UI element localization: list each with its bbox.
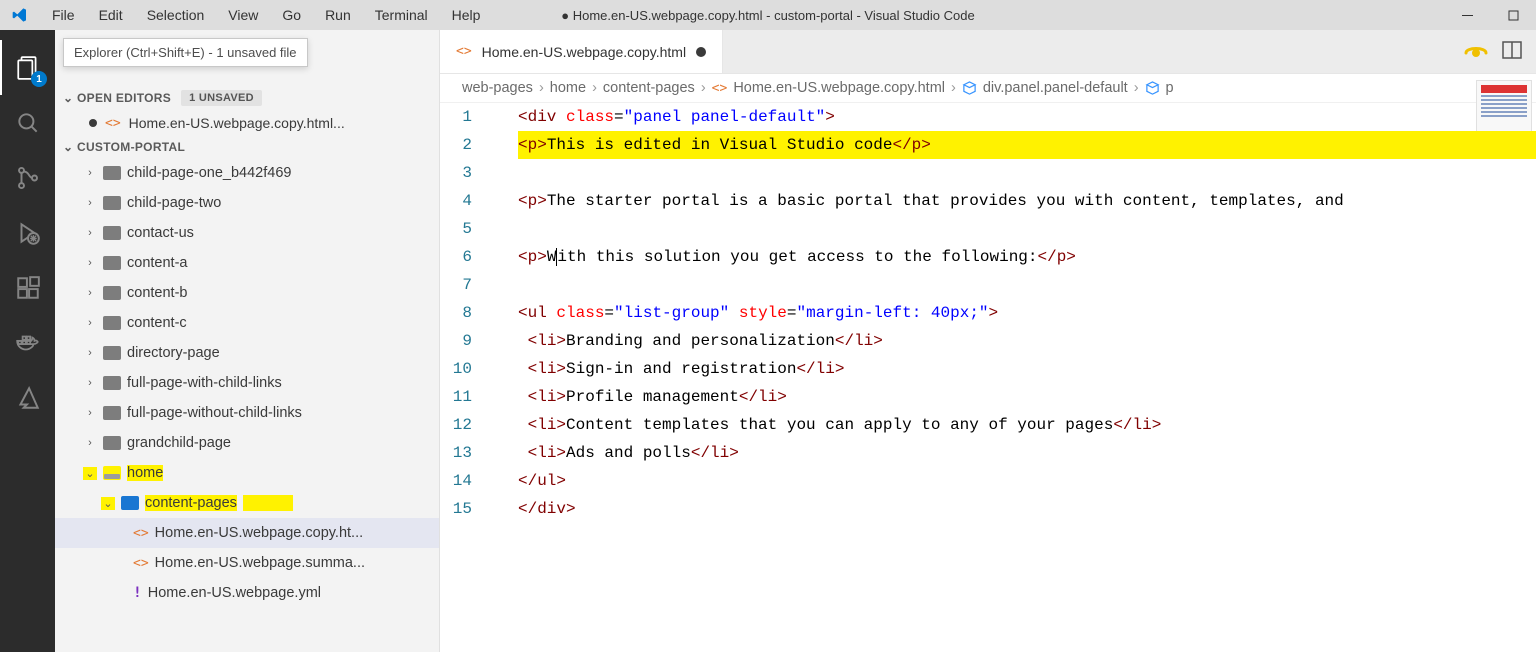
dirty-dot-icon — [696, 47, 706, 57]
folder-icon — [103, 466, 121, 480]
menu-edit[interactable]: Edit — [87, 3, 135, 27]
tree-folder[interactable]: ›directory-page — [55, 338, 439, 368]
explorer-tooltip: Explorer (Ctrl+Shift+E) - 1 unsaved file — [63, 38, 308, 67]
tree-file-copy-html[interactable]: <> Home.en-US.webpage.copy.ht... — [55, 518, 439, 548]
tree-folder[interactable]: ›full-page-with-child-links — [55, 368, 439, 398]
preview-icon[interactable] — [1464, 39, 1488, 64]
code-editor[interactable]: 1<div class="panel panel-default"> 2<p>T… — [440, 103, 1536, 652]
menubar: File Edit Selection View Go Run Terminal… — [40, 3, 492, 27]
tree-label: child-page-two — [127, 195, 221, 211]
folder-icon — [103, 316, 121, 330]
breadcrumb-item[interactable]: Home.en-US.webpage.copy.html — [733, 80, 945, 96]
breadcrumb-item[interactable]: p — [1166, 80, 1174, 96]
tree-label: contact-us — [127, 225, 194, 241]
tabbar: <> Home.en-US.webpage.copy.html — [440, 30, 1536, 74]
maximize-button[interactable] — [1490, 0, 1536, 30]
search-icon[interactable] — [0, 95, 55, 150]
tree-folder[interactable]: ›child-page-one_b442f469 — [55, 158, 439, 188]
folder-icon — [121, 496, 139, 510]
tree-label: grandchild-page — [127, 435, 231, 451]
editor-area: <> Home.en-US.webpage.copy.html web-page… — [440, 30, 1536, 652]
html-file-icon: <> — [105, 116, 121, 131]
symbol-icon — [962, 81, 977, 96]
html-file-icon: <> — [456, 44, 472, 59]
minimize-button[interactable] — [1444, 0, 1490, 30]
folder-icon — [103, 436, 121, 450]
tree-folder-content-pages[interactable]: ⌄content-pages — [55, 488, 439, 518]
split-editor-icon[interactable] — [1502, 41, 1522, 62]
extensions-icon[interactable] — [0, 260, 55, 315]
tree-folder[interactable]: ›content-a — [55, 248, 439, 278]
folder-icon — [103, 346, 121, 360]
azure-icon[interactable] — [0, 370, 55, 425]
menu-go[interactable]: Go — [270, 3, 313, 27]
tab-title: Home.en-US.webpage.copy.html — [482, 44, 686, 60]
activitybar: 1 — [0, 30, 55, 652]
menu-file[interactable]: File — [40, 3, 87, 27]
tree-folder[interactable]: ›full-page-without-child-links — [55, 398, 439, 428]
open-editor-item[interactable]: <> Home.en-US.webpage.copy.html... — [55, 110, 439, 136]
tree-label: full-page-without-child-links — [127, 405, 302, 421]
run-debug-icon[interactable] — [0, 205, 55, 260]
workspace-header[interactable]: ⌄ CUSTOM-PORTAL — [55, 136, 439, 158]
dirty-dot-icon — [89, 119, 97, 127]
unsaved-count-pill: 1 UNSAVED — [181, 90, 262, 106]
folder-icon — [103, 286, 121, 300]
breadcrumb-item[interactable]: web-pages — [462, 80, 533, 96]
tree-folder-home[interactable]: ⌄home — [55, 458, 439, 488]
folder-icon — [103, 196, 121, 210]
breadcrumb[interactable]: web-pages› home› content-pages› <> Home.… — [440, 74, 1536, 103]
tree-label: child-page-one_b442f469 — [127, 165, 291, 181]
breadcrumb-item[interactable]: div.panel.panel-default — [983, 80, 1128, 96]
html-file-icon: <> — [712, 81, 728, 96]
folder-icon — [103, 406, 121, 420]
menu-terminal[interactable]: Terminal — [363, 3, 440, 27]
yml-file-icon: ! — [133, 585, 142, 601]
symbol-icon — [1145, 81, 1160, 96]
tree-label: Home.en-US.webpage.yml — [148, 585, 321, 601]
folder-icon — [103, 376, 121, 390]
explorer-icon[interactable]: 1 — [0, 40, 55, 95]
tree-folder[interactable]: ›content-c — [55, 308, 439, 338]
tree-folder[interactable]: ›child-page-two — [55, 188, 439, 218]
tree-label: directory-page — [127, 345, 220, 361]
explorer-sidebar: Explorer (Ctrl+Shift+E) - 1 unsaved file… — [55, 30, 440, 652]
open-editor-filename: Home.en-US.webpage.copy.html... — [129, 115, 345, 131]
open-editors-label: OPEN EDITORS — [77, 91, 171, 105]
file-tree: ›child-page-one_b442f469 ›child-page-two… — [55, 158, 439, 608]
folder-icon — [103, 166, 121, 180]
menu-view[interactable]: View — [216, 3, 270, 27]
tree-folder[interactable]: ›contact-us — [55, 218, 439, 248]
docker-icon[interactable] — [0, 315, 55, 370]
tree-label: Home.en-US.webpage.copy.ht... — [155, 525, 363, 541]
titlebar: File Edit Selection View Go Run Terminal… — [0, 0, 1536, 30]
workspace-label: CUSTOM-PORTAL — [77, 140, 185, 154]
folder-icon — [103, 226, 121, 240]
tree-folder[interactable]: ›content-b — [55, 278, 439, 308]
tree-folder[interactable]: ›grandchild-page — [55, 428, 439, 458]
tree-file-yml[interactable]: ! Home.en-US.webpage.yml — [55, 578, 439, 608]
tree-file-summary-html[interactable]: <> Home.en-US.webpage.summa... — [55, 548, 439, 578]
menu-help[interactable]: Help — [440, 3, 493, 27]
tree-label: content-b — [127, 285, 187, 301]
tree-label: home — [127, 465, 163, 481]
menu-selection[interactable]: Selection — [135, 3, 217, 27]
tree-label: content-a — [127, 255, 187, 271]
tree-label: content-pages — [145, 495, 237, 511]
tree-label: Home.en-US.webpage.summa... — [155, 555, 365, 571]
folder-icon — [103, 256, 121, 270]
tree-label: full-page-with-child-links — [127, 375, 282, 391]
html-file-icon: <> — [133, 556, 149, 571]
tree-label: content-c — [127, 315, 187, 331]
editor-tab[interactable]: <> Home.en-US.webpage.copy.html — [440, 30, 723, 73]
open-editors-header[interactable]: ⌄ OPEN EDITORS 1 UNSAVED — [55, 86, 439, 110]
html-file-icon: <> — [133, 526, 149, 541]
source-control-icon[interactable] — [0, 150, 55, 205]
breadcrumb-item[interactable]: home — [550, 80, 586, 96]
menu-run[interactable]: Run — [313, 3, 363, 27]
unsaved-badge: 1 — [31, 71, 47, 87]
vscode-logo — [0, 7, 40, 23]
breadcrumb-item[interactable]: content-pages — [603, 80, 695, 96]
